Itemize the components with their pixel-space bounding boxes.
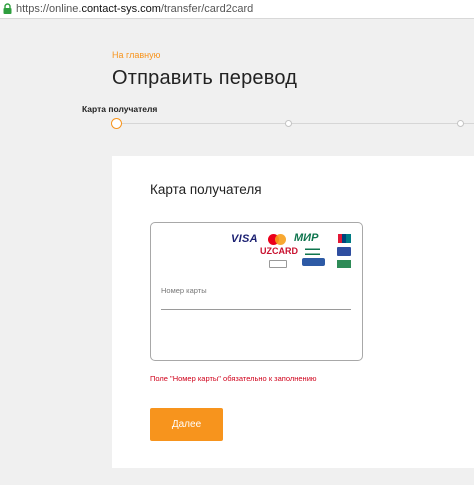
next-button[interactable]: Далее xyxy=(150,408,223,441)
card-number-label: Номер карты xyxy=(161,286,207,295)
page-title: Отправить перевод xyxy=(112,67,298,89)
address-bar[interactable]: https://online.contact-sys.com/transfer/… xyxy=(0,0,474,19)
visa-logo: VISA xyxy=(231,233,258,245)
payment-logos: VISA МИР UZCARD ▬▬▬ ▬▬▬ xyxy=(151,223,362,273)
mir-secondary-logo: ▬▬▬ ▬▬▬ xyxy=(305,246,320,257)
arca-logo xyxy=(337,260,351,268)
bank-card-logo xyxy=(302,258,325,266)
pro100-logo xyxy=(269,260,287,268)
card-number-input[interactable] xyxy=(161,297,351,310)
mastercard-logo xyxy=(268,234,286,245)
uzcard-logo: UZCARD xyxy=(260,246,298,256)
unionpay-logo xyxy=(338,234,351,243)
home-link[interactable]: На главную xyxy=(112,50,160,60)
transfer-form-panel: Карта получателя VISA МИР UZCARD ▬▬▬ ▬▬▬ … xyxy=(112,156,474,468)
lock-icon xyxy=(3,3,12,14)
step-2-indicator xyxy=(285,120,292,127)
card-input-box: VISA МИР UZCARD ▬▬▬ ▬▬▬ Номер карты xyxy=(150,222,363,361)
mir-logo: МИР xyxy=(294,232,319,244)
url-text: https://online.contact-sys.com/transfer/… xyxy=(16,3,254,15)
form-title: Карта получателя xyxy=(150,182,262,197)
stepper-track xyxy=(122,123,474,124)
humo-logo xyxy=(337,247,351,256)
step-3-indicator xyxy=(457,120,464,127)
card-number-error: Поле "Номер карты" обязательно к заполне… xyxy=(150,374,317,383)
step-label: Карта получателя xyxy=(82,104,158,114)
step-1-indicator xyxy=(111,118,122,129)
